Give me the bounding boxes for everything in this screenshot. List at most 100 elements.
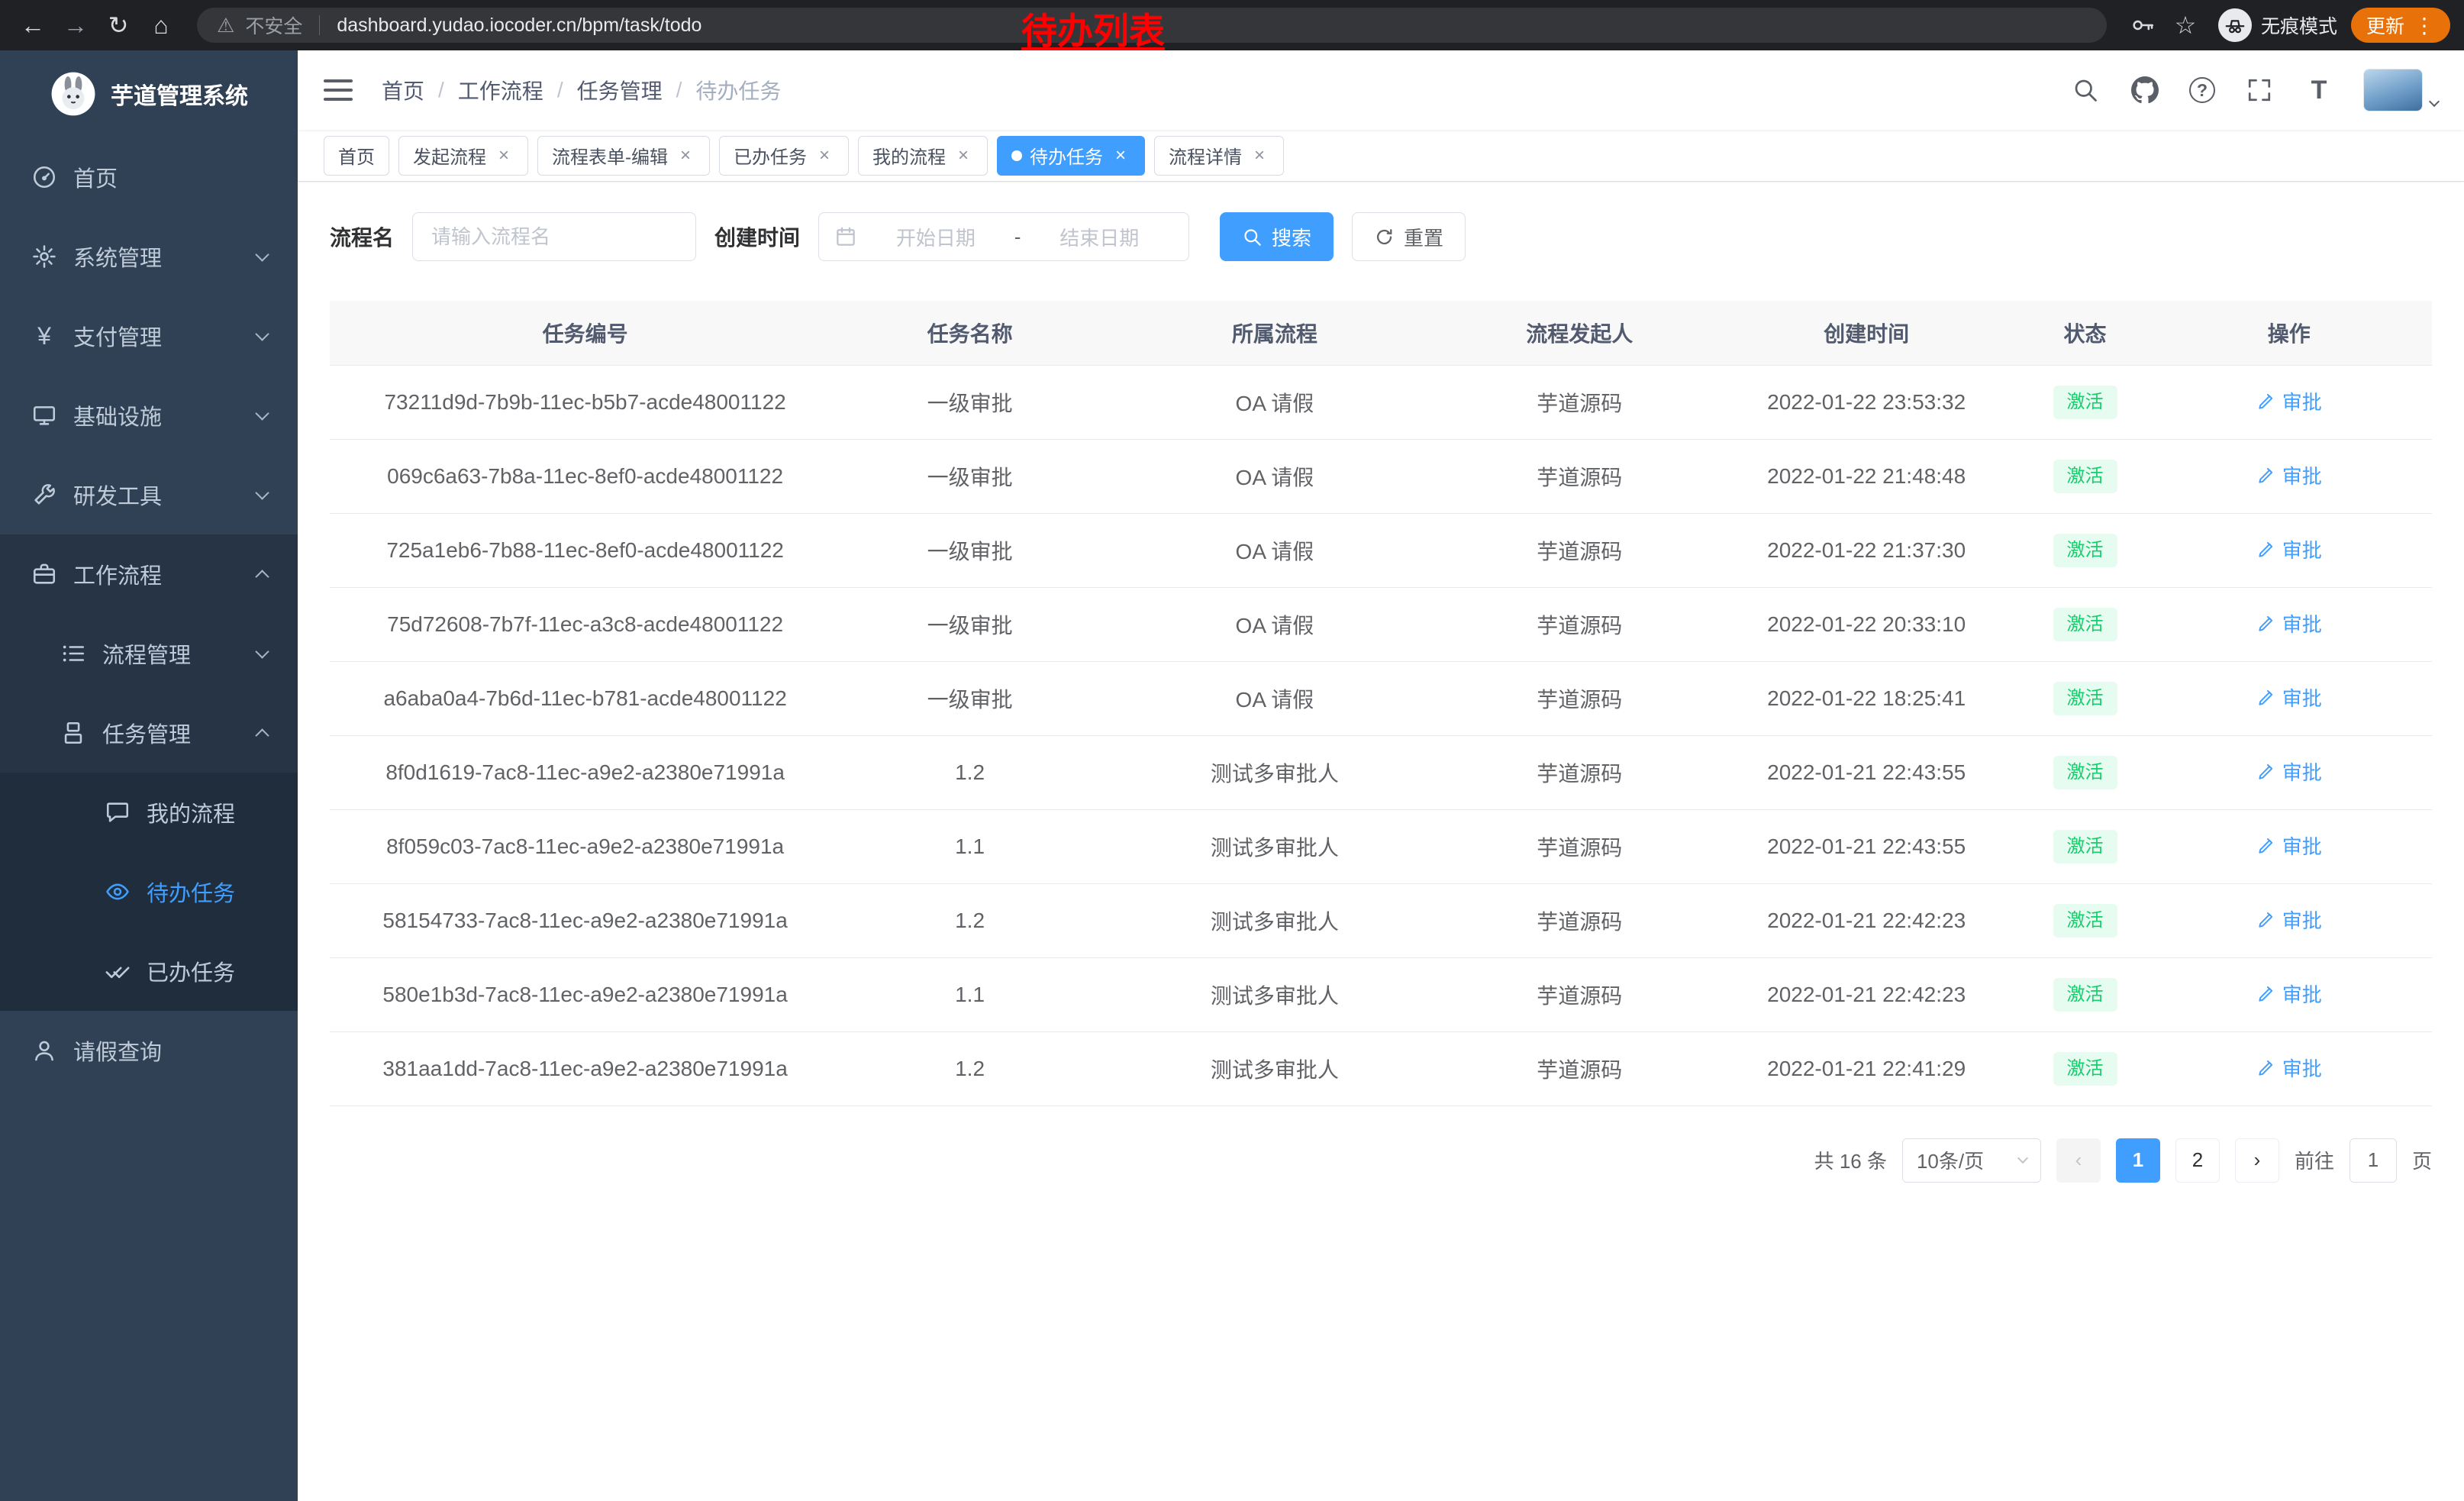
incognito-label: 无痕模式 [2261,11,2337,39]
github-icon[interactable] [2130,75,2160,105]
approve-link[interactable]: 审批 [2256,387,2322,415]
close-icon[interactable]: × [814,146,834,166]
tab-process-detail[interactable]: 流程详情 × [1154,136,1284,176]
breadcrumb-item[interactable]: 任务管理 [577,75,663,105]
cell-action: 审批 [2146,365,2432,439]
search-button[interactable]: 搜索 [1220,212,1334,261]
table-row: 75d72608-7b7f-11ec-a3c8-acde48001122 一级审… [330,587,2432,661]
sidebar-item-process-mgmt[interactable]: 流程管理 [0,614,298,693]
logo-avatar [50,70,97,118]
incognito-icon [2218,8,2252,42]
sidebar-item-my-process[interactable]: 我的流程 [0,773,298,852]
sidebar-item-devtools[interactable]: 研发工具 [0,455,298,534]
approve-link[interactable]: 审批 [2256,461,2322,489]
sidebar-item-done-task[interactable]: 已办任务 [0,931,298,1011]
search-icon[interactable] [2070,75,2101,105]
reload-icon[interactable]: ↻ [99,6,137,44]
start-date-placeholder[interactable]: 开始日期 [862,223,1010,251]
sidebar-item-infra[interactable]: 基础设施 [0,376,298,455]
sidebar-item-label: 已办任务 [147,955,235,987]
approve-link[interactable]: 审批 [2256,757,2322,786]
tab-process-form-edit[interactable]: 流程表单-编辑 × [537,136,710,176]
update-button[interactable]: 更新 ⋮ [2351,8,2450,43]
tab-home[interactable]: 首页 [324,136,389,176]
sidebar-item-workflow[interactable]: 工作流程 [0,534,298,614]
column-header-task-id: 任务编号 [330,301,840,365]
cell-action: 审批 [2146,809,2432,883]
cell-task-name: 1.2 [840,1031,1099,1106]
incognito-badge: 无痕模式 [2218,8,2337,42]
cell-action: 审批 [2146,1031,2432,1106]
sidebar-item-home[interactable]: 首页 [0,137,298,217]
status-badge: 激活 [2053,756,2117,789]
approve-link[interactable]: 审批 [2256,535,2322,563]
url-text[interactable]: dashboard.yudao.iocoder.cn/bpm/task/todo [337,15,701,37]
page-size-select[interactable]: 10条/页 [1902,1138,2041,1183]
reset-button[interactable]: 重置 [1352,212,1466,261]
fullscreen-icon[interactable] [2244,75,2275,105]
approve-link[interactable]: 审批 [2256,831,2322,860]
tab-start-process[interactable]: 发起流程 × [398,136,528,176]
more-menu-icon[interactable]: ⋮ [2414,13,2435,38]
prev-page-button[interactable]: ‹ [2056,1138,2101,1183]
goto-page-input[interactable] [2350,1138,2397,1183]
column-header-created: 创建时间 [1709,301,2024,365]
approve-label: 审批 [2282,535,2322,563]
breadcrumb-item[interactable]: 工作流程 [458,75,543,105]
key-icon[interactable] [2124,6,2162,44]
date-range-picker[interactable]: 开始日期 - 结束日期 [818,212,1189,261]
tab-todo-task[interactable]: 待办任务 × [997,136,1145,176]
next-page-button[interactable]: › [2235,1138,2279,1183]
sidebar-item-task-mgmt[interactable]: 任务管理 [0,693,298,773]
close-icon[interactable]: × [953,146,973,166]
collapse-sidebar-icon[interactable] [324,75,353,105]
forward-icon[interactable]: → [56,6,95,44]
sidebar-item-leave-query[interactable]: 请假查询 [0,1011,298,1090]
monitor-icon [31,402,58,429]
tab-label: 已办任务 [734,142,807,169]
close-icon[interactable]: × [676,146,695,166]
chevron-up-icon [255,570,269,583]
page-button-2[interactable]: 2 [2175,1138,2220,1183]
home-icon[interactable]: ⌂ [142,6,180,44]
cell-created: 2022-01-22 23:53:32 [1709,365,2024,439]
sidebar-item-payment[interactable]: ¥ 支付管理 [0,296,298,376]
warning-icon[interactable]: ⚠ [217,14,234,37]
tab-done-task[interactable]: 已办任务 × [719,136,849,176]
font-size-icon[interactable]: T [2304,75,2334,105]
end-date-placeholder[interactable]: 结束日期 [1025,223,1173,251]
back-icon[interactable]: ← [14,6,52,44]
cell-status: 激活 [2024,661,2146,735]
star-icon[interactable]: ☆ [2166,6,2204,44]
tab-label: 待办任务 [1030,142,1103,169]
close-icon[interactable]: × [494,146,514,166]
cell-task-name: 一级审批 [840,661,1099,735]
process-name-label: 流程名 [330,221,394,252]
status-badge: 激活 [2053,608,2117,641]
close-icon[interactable]: × [1111,146,1130,166]
approve-label: 审批 [2282,387,2322,415]
close-icon[interactable]: × [1250,146,1269,166]
approve-link[interactable]: 审批 [2256,683,2322,712]
user-avatar[interactable] [2363,69,2438,111]
approve-link[interactable]: 审批 [2256,905,2322,934]
process-name-input[interactable] [412,212,696,261]
sidebar-item-todo-task[interactable]: 待办任务 [0,852,298,931]
chevron-down-icon [255,644,269,658]
approve-link[interactable]: 审批 [2256,609,2322,638]
sidebar-item-system[interactable]: 系统管理 [0,217,298,296]
table-row: 725a1eb6-7b88-11ec-8ef0-acde48001122 一级审… [330,513,2432,587]
address-bar[interactable]: ⚠ 不安全 dashboard.yudao.iocoder.cn/bpm/tas… [197,8,2107,43]
chevron-up-icon [255,728,269,742]
help-icon[interactable]: ? [2189,77,2215,103]
logo[interactable]: 芋道管理系统 [0,50,298,137]
approve-link[interactable]: 审批 [2256,980,2322,1008]
tab-my-process[interactable]: 我的流程 × [858,136,988,176]
breadcrumb-item[interactable]: 首页 [382,75,424,105]
page-button-1[interactable]: 1 [2116,1138,2160,1183]
security-label: 不安全 [245,11,302,39]
double-check-icon [104,957,131,985]
approve-link[interactable]: 审批 [2256,1054,2322,1082]
tab-label: 首页 [338,142,375,169]
cell-created: 2022-01-22 21:37:30 [1709,513,2024,587]
